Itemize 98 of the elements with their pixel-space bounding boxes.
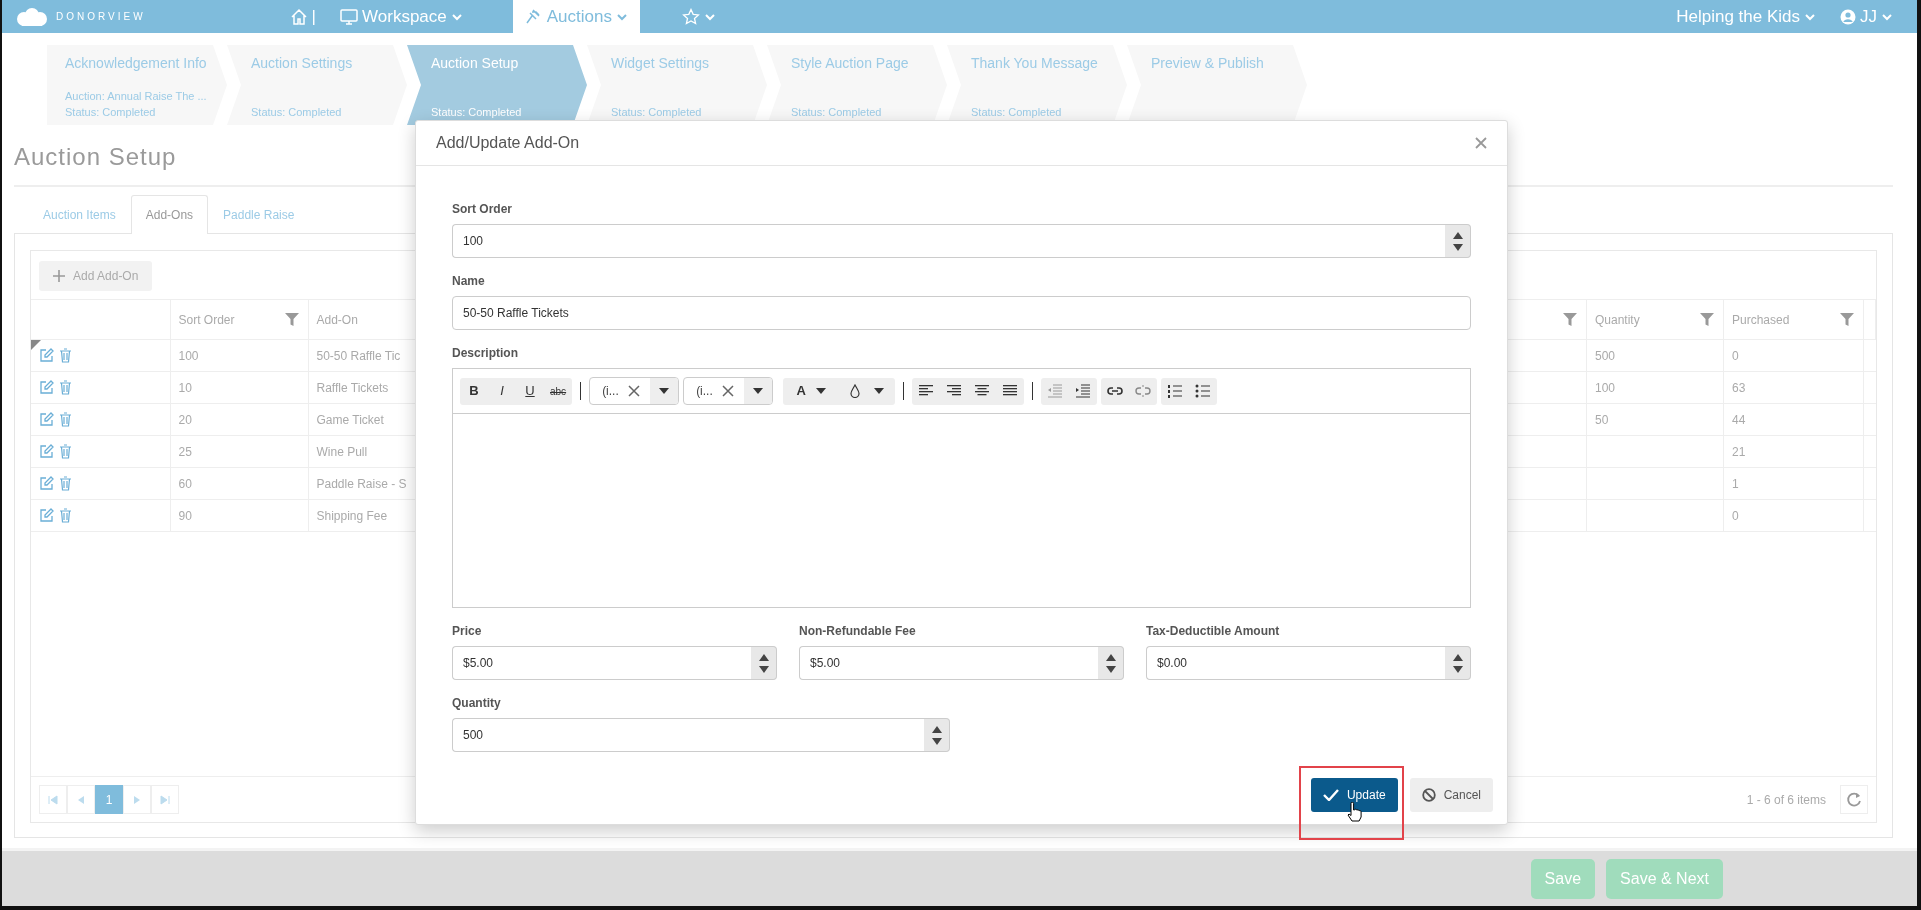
page-button[interactable]: 1: [95, 785, 123, 814]
pager-info: 1 - 6 of 6 items: [1746, 791, 1826, 809]
dropdown-icon[interactable]: [874, 388, 885, 394]
wizard-step[interactable]: Auction Settings Status: Completed: [227, 45, 407, 125]
numbered-list-icon[interactable]: [1167, 384, 1184, 398]
filter-icon[interactable]: [283, 312, 300, 327]
column-header: Purchased: [1732, 311, 1790, 329]
caret-icon: [1881, 11, 1893, 22]
table-cell: Paddle Raise - S: [316, 476, 407, 491]
clear-icon[interactable]: [722, 385, 735, 397]
star-icon: [681, 7, 700, 26]
dropdown-icon[interactable]: [815, 388, 826, 394]
wizard-step[interactable]: Auction Setup Status: Completed: [407, 45, 587, 125]
column-header: Sort Order: [178, 311, 235, 329]
align-left-icon[interactable]: [918, 384, 935, 398]
table-cell: Raffle Tickets: [316, 380, 389, 395]
font-family-select[interactable]: (i...: [589, 377, 680, 405]
table-cell: 63: [1732, 380, 1746, 395]
table-cell: 25: [178, 444, 192, 459]
cloud-logo-icon: [14, 6, 50, 27]
table-cell: 1: [1732, 476, 1739, 491]
caret-icon: [450, 11, 463, 22]
indent-icon[interactable]: [1075, 384, 1092, 398]
table-cell: 0: [1732, 508, 1739, 523]
justify-icon[interactable]: [1002, 384, 1019, 398]
dropdown-icon[interactable]: [659, 388, 670, 394]
caret-icon: [703, 11, 716, 22]
table-cell: 44: [1732, 412, 1746, 427]
table-cell: 90: [178, 508, 192, 523]
field-label: Non-Refundable Fee: [799, 623, 916, 640]
table-cell: 500: [1595, 348, 1616, 363]
tab[interactable]: Add-Ons: [130, 195, 209, 234]
field-label: Description: [452, 345, 518, 362]
add-button[interactable]: Add Add-On: [39, 261, 153, 291]
table-cell: Wine Pull: [316, 444, 368, 459]
tab[interactable]: Auction Items: [28, 195, 131, 234]
refresh-button[interactable]: [1840, 785, 1868, 814]
cancel-icon: [1421, 788, 1436, 802]
close-icon[interactable]: [1475, 137, 1487, 149]
align-right-icon[interactable]: [946, 384, 963, 398]
unlink-icon[interactable]: [1135, 384, 1152, 398]
table-cell: 60: [178, 476, 192, 491]
align-center-icon[interactable]: [974, 384, 991, 398]
cancel-button[interactable]: Cancel: [1409, 778, 1493, 812]
field-label: Quantity: [452, 695, 501, 712]
table-cell: 0: [1732, 348, 1739, 363]
save-next-button[interactable]: Save & Next: [1606, 858, 1723, 899]
field-label: Price: [452, 623, 482, 640]
plus-icon: [53, 270, 65, 282]
input-field[interactable]: 50-50 Raffle Tickets: [452, 296, 1471, 330]
font-size-select[interactable]: (i...: [683, 377, 774, 405]
filter-icon[interactable]: [1839, 312, 1855, 327]
rich-text-editor[interactable]: B I U abc (i... (i... A: [452, 368, 1471, 608]
clear-icon[interactable]: [628, 385, 641, 397]
table-cell: 100: [178, 348, 199, 363]
brand-name: DONORVIEW: [56, 10, 146, 24]
organization-menu[interactable]: Helping the Kids: [1664, 0, 1828, 33]
update-button[interactable]: Update: [1310, 778, 1398, 812]
field-label: Tax-Deductible Amount: [1146, 623, 1280, 640]
user-menu[interactable]: JJ: [1828, 0, 1905, 33]
nav-menu-item[interactable]: Auctions: [512, 0, 640, 33]
link-icon[interactable]: [1107, 384, 1124, 398]
home-icon: [289, 7, 308, 26]
tab[interactable]: Paddle Raise: [208, 195, 310, 234]
field-label: Name: [452, 273, 485, 290]
field-label: Sort Order: [452, 201, 512, 218]
nav-menu-item[interactable]: Workspace: [328, 0, 475, 33]
monitor-icon: [340, 8, 359, 25]
user-avatar-icon: [1840, 8, 1856, 25]
strikethrough-button[interactable]: abc: [544, 377, 573, 405]
table-cell: Shipping Fee: [316, 508, 388, 523]
filter-icon[interactable]: [1699, 312, 1715, 327]
table-cell: 50-50 Raffle Tic: [316, 348, 401, 363]
column-header: Add-On: [316, 311, 358, 329]
table-cell: 50: [1595, 412, 1609, 427]
droplet-icon: [850, 384, 861, 398]
page-title: Auction Setup: [14, 142, 177, 172]
column-header: Quantity: [1595, 311, 1640, 329]
filter-icon[interactable]: [1562, 312, 1578, 327]
dialog-title: Add/Update Add-On: [436, 133, 580, 153]
check-icon: [1322, 789, 1339, 801]
table-cell: 21: [1732, 444, 1746, 459]
caret-icon: [615, 11, 628, 22]
refresh-icon[interactable]: [1846, 791, 1862, 808]
table-cell: Game Ticket: [316, 412, 384, 427]
underline-button[interactable]: U: [516, 377, 544, 405]
table-cell: 10: [178, 380, 192, 395]
wizard-step[interactable]: Acknowledgement Info Auction: Annual Raise The ... Status: Completed: [47, 45, 227, 125]
bulleted-list-icon[interactable]: [1195, 384, 1212, 398]
caret-icon: [1804, 11, 1816, 22]
italic-button[interactable]: I: [488, 377, 516, 405]
hand-cursor-icon: [1345, 802, 1362, 822]
save-button[interactable]: Save: [1530, 858, 1596, 899]
nav-menu-item[interactable]: |: [277, 0, 329, 33]
table-cell: 20: [178, 412, 192, 427]
bold-button[interactable]: B: [460, 377, 488, 405]
table-cell: 100: [1595, 380, 1616, 395]
dropdown-icon[interactable]: [753, 388, 764, 394]
